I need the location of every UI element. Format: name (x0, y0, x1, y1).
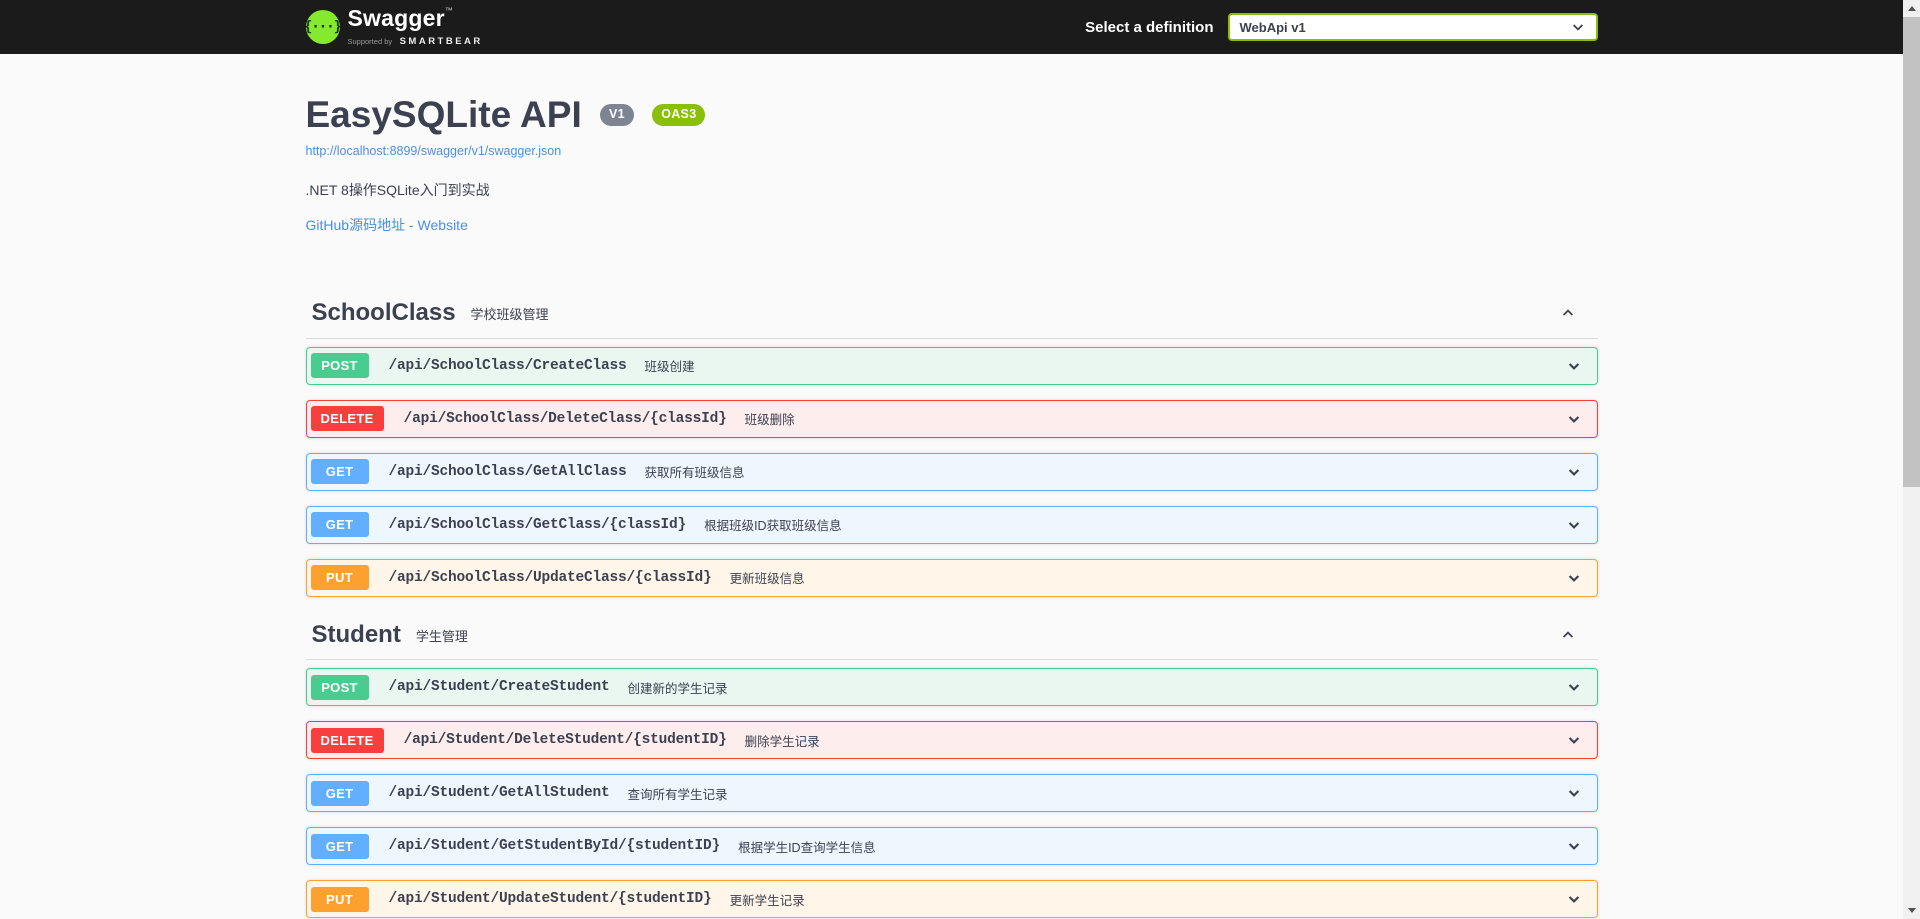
oas3-badge: OAS3 (652, 104, 705, 126)
endpoint-summary: 获取所有班级信息 (645, 462, 745, 481)
endpoint-summary: 根据班级ID获取班级信息 (704, 515, 842, 534)
endpoint-row[interactable]: GET /api/Student/GetAllStudent 查询所有学生记录 (306, 774, 1598, 812)
endpoint-row[interactable]: GET /api/SchoolClass/GetClass/{classId} … (306, 506, 1598, 544)
endpoint-path: /api/Student/UpdateStudent/{studentID} (389, 891, 712, 907)
chevron-down-icon (1566, 679, 1582, 695)
http-method-badge: GET (311, 459, 369, 484)
endpoint-row[interactable]: GET /api/Student/GetStudentById/{student… (306, 827, 1598, 865)
endpoint-summary: 更新学生记录 (730, 890, 805, 909)
chevron-up-icon (1560, 305, 1576, 321)
api-description: .NET 8操作SQLite入门到实战 (306, 180, 1598, 200)
selected-definition-value: WebApi v1 (1240, 20, 1306, 35)
http-method-badge: DELETE (311, 728, 384, 753)
endpoint-row[interactable]: POST /api/SchoolClass/CreateClass 班级创建 (306, 347, 1598, 385)
endpoint-row[interactable]: DELETE /api/SchoolClass/DeleteClass/{cla… (306, 400, 1598, 438)
endpoint-summary: 根据学生ID查询学生信息 (738, 837, 876, 856)
logo-title: Swagger (348, 5, 445, 31)
chevron-down-icon (1566, 411, 1582, 427)
endpoint-row[interactable]: DELETE /api/Student/DeleteStudent/{stude… (306, 721, 1598, 759)
http-method-badge: GET (311, 834, 369, 859)
endpoint-row[interactable]: PUT /api/Student/UpdateStudent/{studentI… (306, 880, 1598, 918)
chevron-down-icon (1566, 891, 1582, 907)
swagger-logo[interactable]: {···} Swagger™ Supported by SMARTBEAR (306, 7, 483, 48)
page-title: EasySQLite API V1 OAS3 (306, 96, 1598, 135)
endpoint-path: /api/SchoolClass/CreateClass (389, 358, 627, 374)
chevron-down-icon (1570, 19, 1586, 35)
chevron-down-icon (1566, 838, 1582, 854)
supported-by-label: Supported by (348, 37, 393, 46)
endpoint-path: /api/Student/GetAllStudent (389, 785, 610, 801)
scrollbar-down-button[interactable] (1903, 902, 1920, 919)
api-title-text: EasySQLite API (306, 94, 582, 135)
scrollbar-thumb[interactable] (1903, 17, 1920, 487)
endpoint-summary: 创建新的学生记录 (628, 678, 728, 697)
tag-name: Student (312, 621, 401, 650)
api-sections: SchoolClass 学校班级管理 POST /api/SchoolClass… (306, 299, 1598, 919)
chevron-down-icon (1566, 785, 1582, 801)
endpoint-list: POST /api/Student/CreateStudent 创建新的学生记录… (306, 660, 1598, 918)
scroll-down-icon (1908, 908, 1916, 913)
scrollbar[interactable] (1903, 0, 1920, 919)
chevron-down-icon (1566, 732, 1582, 748)
endpoint-row[interactable]: GET /api/SchoolClass/GetAllClass 获取所有班级信… (306, 453, 1598, 491)
tag-description: 学生管理 (416, 626, 468, 645)
swagger-wordmark: Swagger™ Supported by SMARTBEAR (348, 7, 483, 48)
endpoint-summary: 查询所有学生记录 (628, 784, 728, 803)
chevron-down-icon (1566, 358, 1582, 374)
endpoint-path: /api/SchoolClass/DeleteClass/{classId} (404, 411, 727, 427)
github-link[interactable]: GitHub源码地址 (306, 217, 406, 233)
http-method-badge: GET (311, 512, 369, 537)
tag-name: SchoolClass (312, 299, 456, 328)
chevron-down-icon (1566, 570, 1582, 586)
http-method-badge: POST (311, 353, 369, 378)
endpoint-path: /api/SchoolClass/UpdateClass/{classId} (389, 570, 712, 586)
trademark-symbol: ™ (445, 6, 453, 15)
smartbear-brand: SMARTBEAR (400, 36, 483, 47)
links-separator: - (405, 217, 417, 233)
endpoint-row[interactable]: PUT /api/SchoolClass/UpdateClass/{classI… (306, 559, 1598, 597)
endpoint-summary: 班级删除 (745, 409, 795, 428)
external-links: GitHub源码地址 - Website (306, 215, 1598, 235)
api-tag-section: SchoolClass 学校班级管理 POST /api/SchoolClass… (306, 299, 1598, 597)
endpoint-list: POST /api/SchoolClass/CreateClass 班级创建 D… (306, 339, 1598, 597)
http-method-badge: DELETE (311, 406, 384, 431)
chevron-up-icon (1560, 627, 1576, 643)
scrollbar-up-button[interactable] (1903, 0, 1920, 17)
endpoint-row[interactable]: POST /api/Student/CreateStudent 创建新的学生记录 (306, 668, 1598, 706)
version-badge: V1 (600, 104, 634, 126)
endpoint-path: /api/Student/CreateStudent (389, 679, 610, 695)
endpoint-path: /api/SchoolClass/GetClass/{classId} (389, 517, 687, 533)
api-info-block: EasySQLite API V1 OAS3 http://localhost:… (306, 54, 1598, 235)
endpoint-path: /api/SchoolClass/GetAllClass (389, 464, 627, 480)
http-method-badge: PUT (311, 565, 369, 590)
swagger-logo-icon: {···} (306, 10, 340, 44)
endpoint-path: /api/Student/DeleteStudent/{studentID} (404, 732, 727, 748)
endpoint-summary: 删除学生记录 (745, 731, 820, 750)
http-method-badge: GET (311, 781, 369, 806)
select-definition-label: Select a definition (1085, 19, 1213, 36)
website-link[interactable]: Website (418, 217, 468, 233)
definition-selector-form: Select a definition WebApi v1 (1085, 13, 1597, 41)
endpoint-path: /api/Student/GetStudentById/{studentID} (389, 838, 721, 854)
main-content: EasySQLite API V1 OAS3 http://localhost:… (306, 54, 1598, 918)
chevron-down-icon (1566, 517, 1582, 533)
endpoint-summary: 更新班级信息 (730, 568, 805, 587)
http-method-badge: POST (311, 675, 369, 700)
tag-description: 学校班级管理 (471, 304, 549, 323)
api-tag-section: Student 学生管理 POST /api/Student/CreateStu… (306, 621, 1598, 919)
chevron-down-icon (1566, 464, 1582, 480)
scroll-up-icon (1908, 6, 1916, 11)
endpoint-summary: 班级创建 (645, 356, 695, 375)
tag-header[interactable]: SchoolClass 学校班级管理 (306, 299, 1598, 339)
http-method-badge: PUT (311, 887, 369, 912)
tag-header[interactable]: Student 学生管理 (306, 621, 1598, 661)
topbar: {···} Swagger™ Supported by SMARTBEAR Se… (0, 0, 1903, 54)
definition-select[interactable]: WebApi v1 (1228, 13, 1598, 41)
spec-url-link[interactable]: http://localhost:8899/swagger/v1/swagger… (306, 144, 562, 158)
